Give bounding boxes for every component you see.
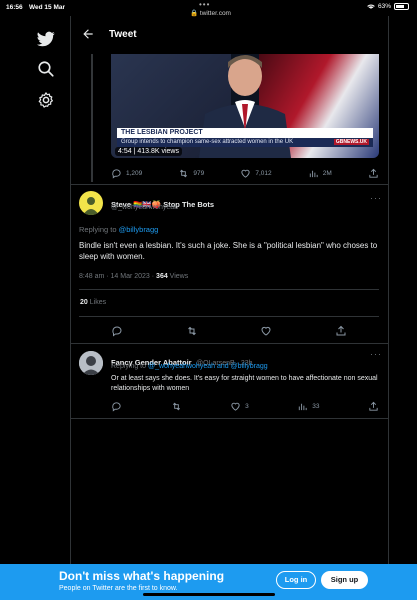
retweet-action[interactable] [171,401,182,412]
divider [79,289,379,290]
like-action[interactable]: 7,012 [240,168,272,179]
reply-actions: 3 33 [111,401,379,412]
share-icon[interactable] [335,325,347,337]
views-chart-icon [299,403,307,411]
replying-to: Replying to @_wohyeahwohyeah and @billyb… [111,363,268,370]
views-action[interactable]: 2M [308,168,332,179]
battery-icon [394,3,409,10]
home-indicator[interactable] [143,593,275,596]
retweet-icon [172,402,180,411]
page-header: Tweet [71,16,388,54]
reply-icon [112,169,121,179]
retweet-icon [180,169,188,178]
banner-subline: People on Twitter are the first to know. [59,585,178,592]
views-chart-icon [309,170,318,178]
like-action[interactable]: 3 [230,401,249,412]
reply-text: Or at least says she does. It's easy for… [111,375,378,392]
avatar[interactable] [79,191,103,215]
mention-link[interactable]: @_wohyeahwohyeah and @billybragg [148,363,268,370]
heart-icon [241,169,251,178]
tweet-actions [111,325,347,337]
divider [71,184,388,185]
share-action[interactable] [368,168,379,179]
divider [71,418,388,419]
status-date: Wed 15 Mar [29,4,66,11]
signup-button[interactable]: Sign up [321,571,368,589]
avatar[interactable] [79,351,103,375]
left-divider [70,16,71,564]
avatar-image [79,351,103,375]
status-bar: 16:56 Wed 15 Mar ••• 🔒 twitter.com 63% [0,0,417,17]
more-options-icon[interactable]: ··· [370,349,382,359]
banner-title: THE LESBIAN PROJECT [121,129,203,136]
quoted-actions: 1,209 979 7,012 2M [111,168,379,179]
browser-dots-icon[interactable]: ••• [199,0,210,9]
more-options-icon[interactable]: ··· [370,193,382,203]
page-title: Tweet [109,29,137,40]
thread-line [91,54,93,182]
wifi-icon [367,4,375,9]
video-thumbnail[interactable]: THE LESBIAN PROJECT Group intends to cha… [111,54,379,158]
heart-icon[interactable] [260,325,272,337]
divider [71,343,388,344]
battery-percent: 63% [377,3,391,10]
status-right: 63% [367,3,409,10]
banner-headline: Don't miss what's happening [59,569,225,583]
replying-to: Replying to @billybragg [79,225,159,234]
likes-count[interactable]: 20 Likes [80,299,106,306]
tweet-author-handle[interactable]: @_wohyeahwohyeah [111,204,178,211]
heart-icon [231,402,240,411]
share-icon [369,168,378,178]
reply-action[interactable]: 1,209 [111,168,142,179]
right-divider [388,16,389,564]
mention-link[interactable]: @billybragg [119,225,159,234]
news-banner: THE LESBIAN PROJECT [117,128,373,138]
reply-action[interactable] [111,401,122,412]
avatar-image [83,197,99,215]
reply-icon [112,402,121,412]
settings-gear-icon[interactable] [37,91,55,109]
divider [79,316,379,317]
reply-icon[interactable] [111,325,123,337]
channel-logo: GBNEWS.UK [333,139,369,145]
retweet-action[interactable]: 979 [178,168,204,179]
twitter-logo-icon[interactable] [37,30,55,48]
share-action[interactable] [368,401,379,412]
nav-rail [0,16,70,564]
retweet-icon[interactable] [186,325,198,337]
status-time: 16:56 [6,4,23,11]
views-action[interactable]: 33 [297,401,319,412]
login-button[interactable]: Log in [276,571,316,589]
share-icon [369,401,378,411]
search-icon[interactable] [37,60,55,78]
tweet-text: Bindle isn't even a lesbian. It's such a… [79,241,378,261]
video-duration: 4:54 | 413.8K views [115,147,182,156]
tweet-meta: 8:48 am · 14 Mar 2023 · 364 Views [79,273,189,280]
back-arrow-icon[interactable] [81,27,95,41]
